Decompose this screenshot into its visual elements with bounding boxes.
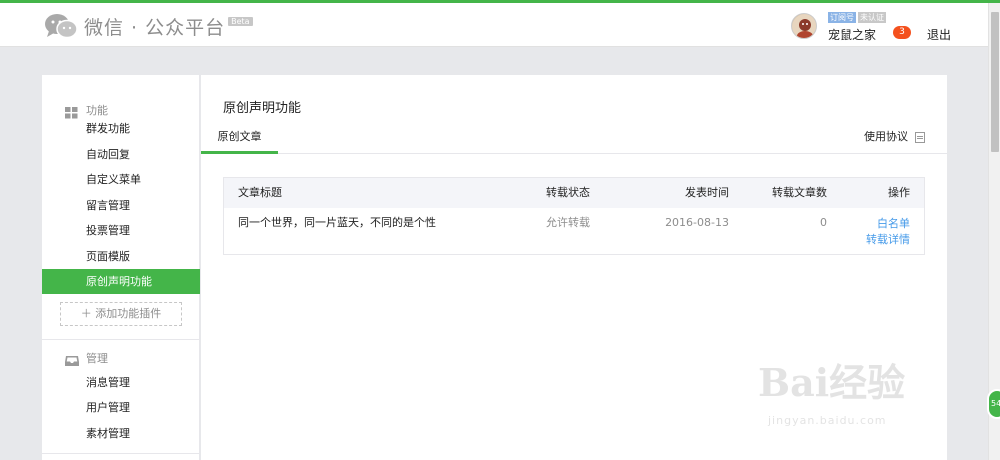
table-header: 文章标题 转载状态 发表时间 转载文章数 操作	[224, 178, 924, 208]
sidebar-item-auto-reply[interactable]: 自动回复	[42, 142, 200, 167]
articles-table: 文章标题 转载状态 发表时间 转载文章数 操作 同一个世界，同一片蓝天，不同的是…	[223, 177, 925, 255]
inbox-icon	[65, 352, 79, 366]
plus-icon: ＋	[80, 307, 92, 320]
add-plugin-button[interactable]: ＋ 添加功能插件	[60, 302, 182, 326]
scrollbar-thumb[interactable]	[991, 12, 999, 152]
tab-original-articles[interactable]: 原创文章	[201, 128, 278, 154]
watermark-logo: Bai经验	[758, 360, 906, 405]
account-type-tag: 订阅号	[828, 12, 856, 23]
article-title[interactable]: 同一个世界，同一片蓝天，不同的是个性	[238, 208, 436, 238]
agreement-label: 使用协议	[864, 130, 908, 143]
column-header-status: 转载状态	[546, 186, 590, 199]
sidebar-group-management: 管理	[42, 351, 200, 366]
sidebar-group-features: 功能	[42, 103, 200, 119]
wechat-icon	[44, 13, 78, 39]
sidebar: 功能 群发功能 自动回复 自定义菜单 留言管理 投票管理 页面模版 原创声明功能…	[42, 75, 200, 460]
add-plugin-label: 添加功能插件	[95, 307, 162, 320]
account-name[interactable]: 宠鼠之家	[828, 26, 876, 43]
row-actions: 白名单 转载详情	[844, 216, 910, 248]
sidebar-item-mass-send[interactable]: 群发功能	[42, 116, 200, 141]
notification-badge[interactable]: 3	[893, 26, 911, 39]
repost-details-link[interactable]: 转载详情	[844, 232, 910, 248]
avatar[interactable]	[791, 13, 817, 39]
column-header-count: 转载文章数	[772, 186, 827, 199]
floating-widget-button[interactable]: 54	[987, 389, 1000, 419]
sidebar-item-page-templates[interactable]: 页面模版	[42, 244, 200, 269]
table-row: 同一个世界，同一片蓝天，不同的是个性 允许转载 2016-08-13 0 白名单…	[224, 208, 924, 255]
page-title: 原创声明功能	[223, 101, 302, 116]
document-icon	[915, 131, 925, 143]
sidebar-item-users[interactable]: 用户管理	[42, 395, 200, 420]
sidebar-item-comments[interactable]: 留言管理	[42, 193, 200, 218]
sidebar-item-custom-menu[interactable]: 自定义菜单	[42, 167, 200, 192]
sidebar-divider	[42, 339, 200, 340]
column-header-actions: 操作	[888, 186, 910, 199]
whitelist-link[interactable]: 白名单	[844, 216, 910, 232]
sidebar-divider	[42, 453, 200, 454]
brand-title: 微信 · 公众平台	[84, 16, 226, 39]
logout-link[interactable]: 退出	[927, 26, 951, 43]
publish-date: 2016-08-13	[665, 216, 729, 229]
agreement-link[interactable]: 使用协议	[864, 128, 925, 146]
repost-status: 允许转载	[546, 216, 590, 229]
column-header-date: 发表时间	[685, 186, 729, 199]
sidebar-item-voting[interactable]: 投票管理	[42, 218, 200, 243]
top-header: 微信 · 公众平台 Beta 订阅号 未认证 宠鼠之家 3 退出	[0, 3, 988, 47]
verification-tag: 未认证	[858, 12, 886, 23]
sidebar-item-original-declaration[interactable]: 原创声明功能	[42, 269, 200, 294]
sidebar-item-materials[interactable]: 素材管理	[42, 421, 200, 446]
grid-icon	[65, 104, 78, 119]
tab-bar: 原创文章 使用协议	[201, 128, 947, 154]
watermark-url: jingyan.baidu.com	[768, 414, 887, 427]
wechat-logo[interactable]: 微信 · 公众平台 Beta	[44, 11, 253, 41]
column-header-title: 文章标题	[238, 186, 282, 199]
baidu-watermark: Bai经验 jingyan.baidu.com	[758, 352, 958, 442]
beta-badge: Beta	[228, 16, 253, 26]
sidebar-group-label: 管理	[86, 352, 108, 365]
sidebar-item-messages[interactable]: 消息管理	[42, 370, 200, 395]
repost-count: 0	[820, 216, 827, 229]
